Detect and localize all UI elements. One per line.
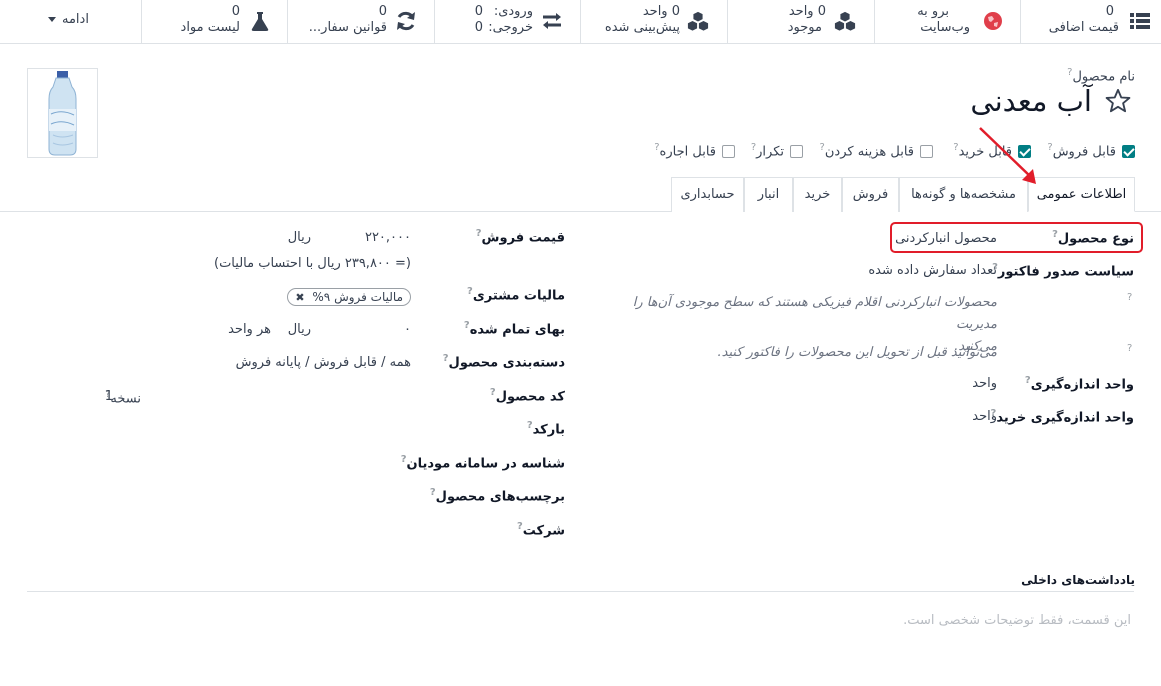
product-tags-label: برچسب‌های محصول? [429,487,565,505]
annotation-arrow-icon [979,127,1036,184]
on-hand-qty: 0 واحد [788,4,826,19]
product-category-label: دسته‌بندی محصول? [442,353,565,371]
product-name-label-wrap: نام محصول? [1067,67,1135,84]
invoice-policy-label: سیاست صدور فاکتور? [992,262,1134,280]
can-be-rented-label: قابل اجاره? [654,142,716,160]
tab-purchase[interactable]: خرید [793,177,842,212]
reorder-label: قوانین سفار... [308,20,387,35]
internal-reference-label: کد محصول? [489,387,565,405]
customer-tax-badge[interactable]: مالیات فروش ۹% ✖ [287,288,411,306]
extra-price-count: 0 [1105,4,1114,19]
star-icon[interactable] [1104,87,1132,115]
uom-select[interactable]: واحد [972,376,997,391]
tab-inventory[interactable]: انبار [744,177,793,212]
more-label: ادامه [62,12,89,27]
product-type-label: نوع محصول? [1052,229,1134,247]
help-icon: ? [1127,292,1133,303]
product-name-label: نام محصول [1072,69,1135,85]
forecasted-label: پیش‌بینی شده [604,20,680,35]
product-category-select[interactable]: همه / قابل فروش / پایانه فروش [236,355,411,370]
cubes-icon [687,11,709,31]
bom-count: 0 [231,4,240,19]
remove-tag-icon[interactable]: ✖ [295,291,304,304]
product-type-select[interactable]: محصول انبارکردنی [895,231,997,246]
cubes-icon [834,11,856,31]
exchange-icon [543,13,561,29]
moadian-id-label: شناسه در سامانه مودیان? [400,454,565,472]
water-bottle-image [48,71,77,156]
refresh-icon [397,11,415,31]
uom-label: واحد اندازه‌گیری? [1024,375,1134,393]
reordering-rules-button[interactable]: 0 قوانین سفار... [287,0,434,43]
out-value: 0 [474,20,483,35]
invoice-policy-select[interactable]: تعداد سفارش داده شده [868,263,997,278]
purchase-uom-label: واحد اندازه‌گیری خرید? [990,408,1134,426]
go-to-website-button[interactable]: برو به وب‌سایت [874,0,1021,43]
bom-label: لیست مواد [180,20,240,35]
globe-icon [984,12,1002,30]
internal-notes-title: یادداشت‌های داخلی [1021,573,1135,587]
bill-of-materials-button[interactable]: 0 لیست مواد [141,0,287,43]
more-dropdown[interactable]: ادامه [48,12,89,27]
sales-price-currency: ریال [287,230,311,245]
cost-input[interactable]: ۰ [404,322,411,337]
version-value: 1 [104,389,113,404]
forecasted-qty: 0 واحد [642,4,680,19]
caret-down-icon [48,17,56,22]
flask-icon [251,12,269,31]
barcode-label: بارکد? [526,420,565,438]
customer-taxes-label: مالیات مشتری? [467,286,565,304]
tab-accounting[interactable]: حسابداری [671,177,744,212]
tax-included-price: (= ۲۳۹,۸۰۰ ریال با احتساب مالیات) [214,256,411,271]
company-label: شرکت? [516,521,565,539]
in-value: 0 [474,4,483,19]
help-icon: ? [1127,343,1133,354]
on-hand-button[interactable]: 0 واحد موجود [727,0,874,43]
out-label: خروجی: [488,20,533,35]
can-be-sold-checkbox[interactable] [1122,145,1135,158]
internal-notes-input[interactable]: این قسمت، فقط توضیحات شخصی است. [903,613,1131,628]
on-hand-label: موجود [787,20,822,35]
purchase-uom-select[interactable]: واحد [972,409,997,424]
list-icon [1130,13,1150,29]
product-title-row: آب معدنی [970,84,1132,124]
customer-tax-badge-label: مالیات فروش ۹% [312,290,403,304]
can-be-expensed-label: قابل هزینه کردن? [819,142,914,160]
smart-button-bar: 0 قیمت اضافی برو به وب‌سایت 0 واحد موجود… [0,0,1161,44]
invoice-policy-hint: می‌توانید قبل از تحویل این محصولات را فا… [717,345,997,360]
in-label: ورودی: [493,4,533,19]
can-be-sold-label: قابل فروش? [1047,142,1116,160]
can-be-expensed-checkbox[interactable] [920,145,933,158]
can-be-rented-checkbox[interactable] [722,145,735,158]
cost-unit: هر واحد [228,322,271,337]
website-line1: برو به [917,4,949,19]
sales-price-label: قیمت فروش? [475,228,565,246]
notes-divider [27,591,1134,592]
extra-price-button[interactable]: 0 قیمت اضافی [1020,0,1161,43]
cost-label: بهای تمام شده? [463,320,565,338]
product-image[interactable] [27,68,98,158]
sales-price-input[interactable]: ۲۲۰,۰۰۰ [365,230,411,245]
extra-price-label: قیمت اضافی [1048,20,1119,35]
product-name[interactable]: آب معدنی [970,84,1092,118]
recurring-checkbox[interactable] [790,145,803,158]
tab-sales[interactable]: فروش [842,177,899,212]
in-out-button[interactable]: ورودی: 0 خروجی: 0 [434,0,580,43]
recurring-label: تکرار? [750,142,784,160]
forecasted-button[interactable]: 0 واحد پیش‌بینی شده [580,0,727,43]
website-line2: وب‌سایت [920,20,970,35]
cost-currency: ریال [287,322,311,337]
reorder-count: 0 [378,4,387,19]
